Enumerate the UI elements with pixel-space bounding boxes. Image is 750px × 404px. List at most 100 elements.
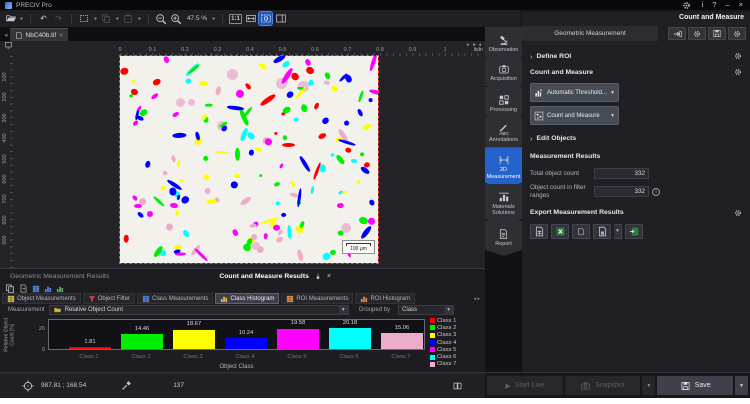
export-file-button[interactable] <box>572 224 590 239</box>
export-results-button[interactable] <box>668 27 686 40</box>
count-dropdown-chevron-icon[interactable]: ▼ <box>610 113 615 119</box>
automatic-threshold-button[interactable]: A Automatic Threshold... ▼ <box>530 83 619 102</box>
class-histogram-chart: Relative Object Count [%] 1.8114.4618.67… <box>0 316 485 372</box>
save-workflow-button[interactable] <box>708 27 726 40</box>
docsave-icon <box>597 226 608 237</box>
pin-icon[interactable] <box>314 272 322 281</box>
measurement-dropdown[interactable]: Relative Object Count ▼ <box>49 305 349 315</box>
export-excel-button[interactable] <box>551 224 569 239</box>
sidebar-item-2d-measurement[interactable]: 2D Measurement <box>485 147 522 189</box>
geometric-measurement-header[interactable]: Geometric Measurement <box>522 26 658 41</box>
nav-item-label: Materials Solutions <box>486 204 521 217</box>
grouped-by-dropdown[interactable]: Class ▼ <box>398 305 454 315</box>
histogram-settings-icon[interactable] <box>56 285 64 293</box>
subtab-scroll-icons[interactable]: ◂ ▸ <box>474 293 483 304</box>
legend-swatch <box>430 347 435 352</box>
zoom-level-dropdown-icon[interactable]: ▼ <box>211 16 216 21</box>
histogram-view-icon[interactable] <box>44 285 52 293</box>
subtab-label: Class Histogram <box>230 296 274 302</box>
open-file-dropdown-icon[interactable]: ▼ <box>19 16 24 21</box>
define-roi-gear-icon[interactable] <box>734 52 742 60</box>
filter-count-value: 332 <box>594 186 649 197</box>
count-measure-gear-icon[interactable] <box>734 68 742 76</box>
measure-options-button[interactable] <box>688 27 706 40</box>
segmented-object <box>123 235 129 243</box>
close-icon[interactable]: × <box>739 1 743 9</box>
sidebar-item-processing[interactable]: Processing <box>485 87 522 122</box>
paste-dropdown-icon[interactable]: ▼ <box>137 16 142 21</box>
nav-item-label: Acquisition <box>490 76 517 82</box>
subtab-roi-measurements[interactable]: ROI Measurements <box>281 293 353 304</box>
sidebar-item-observation[interactable]: Observation <box>485 27 522 62</box>
sidebar-item-annotations[interactable]: ABCAnnotations <box>485 117 522 152</box>
filter-info-icon[interactable]: i <box>652 188 660 196</box>
segmented-object <box>185 78 192 85</box>
legend-label: Class 1 <box>437 318 456 324</box>
subtab-class-histogram[interactable]: Class Histogram <box>215 293 279 304</box>
info-icon[interactable]: i <box>702 1 704 9</box>
export-save-button[interactable] <box>593 224 611 239</box>
micrograph-image[interactable]: 100 µm <box>120 56 378 263</box>
tab-scroll-left-icon[interactable]: ◂ <box>4 31 8 39</box>
tab-geometric-measurement-results[interactable]: Geometric Measurement Results <box>10 273 109 280</box>
snapshot-dropdown-icon[interactable]: ▼ <box>642 376 655 395</box>
subtab-class-measurements[interactable]: Class Measurements <box>137 293 213 304</box>
actual-size-button[interactable]: 1:1 <box>229 12 242 25</box>
copy-button[interactable] <box>100 12 113 25</box>
export-gear-icon[interactable] <box>734 209 742 217</box>
zoom-in-button[interactable] <box>170 12 183 25</box>
legend-label: Class 5 <box>437 347 456 353</box>
segmented-object <box>283 135 287 141</box>
fit-width-button[interactable] <box>244 12 257 25</box>
layout-panels-button[interactable] <box>274 12 287 25</box>
export-csv-button[interactable] <box>530 224 548 239</box>
measurement-dropdown-chevron-icon[interactable]: ▼ <box>339 306 348 314</box>
zoom-level-value[interactable]: 47.5 % <box>187 15 207 22</box>
fit-screen-button[interactable] <box>259 12 272 25</box>
sidebar-item-report[interactable]: Report <box>485 221 522 256</box>
column-options-icon[interactable] <box>32 285 40 293</box>
workflow-settings-button[interactable] <box>728 27 746 40</box>
tab-close-icon[interactable]: × <box>59 32 63 39</box>
export-open-excel-button[interactable] <box>625 224 643 239</box>
segmented-object <box>182 228 191 238</box>
grouped-by-dropdown-chevron-icon[interactable]: ▼ <box>444 306 453 314</box>
select-tool-dropdown-icon[interactable]: ▼ <box>93 16 98 21</box>
export-save-dropdown-icon[interactable]: ▼ <box>614 224 622 239</box>
paste-button[interactable] <box>122 12 135 25</box>
threshold-dropdown-chevron-icon[interactable]: ▼ <box>610 90 615 96</box>
zoom-out-button[interactable] <box>155 12 168 25</box>
select-tool-button[interactable] <box>78 12 91 25</box>
redo-button[interactable]: ↷ <box>52 12 65 25</box>
copy-dropdown-icon[interactable]: ▼ <box>115 16 120 21</box>
subtab-object-filter[interactable]: Object Filter <box>83 293 135 304</box>
help-book-icon[interactable] <box>452 381 463 391</box>
total-object-count-label: Total object count <box>530 170 594 178</box>
nav-item-label: Report <box>495 241 512 247</box>
edit-objects-section[interactable]: › Edit Objects <box>530 131 742 145</box>
legend-item: Class 2 <box>430 324 484 331</box>
export-label: Export Measurement Results <box>530 209 624 216</box>
image-tab[interactable]: NbC40b.tif × <box>10 28 69 41</box>
snapshot-button[interactable]: Snapshot <box>565 376 641 395</box>
navigation-rail: Observation Acquisition ProcessingABCAnnot… <box>485 27 522 372</box>
open-file-button[interactable] <box>4 12 17 25</box>
subtab-object-measurements[interactable]: Object Measurements <box>2 293 81 304</box>
settings-gear-icon[interactable] <box>680 0 693 12</box>
results-close-icon[interactable]: × <box>327 273 331 280</box>
undo-button[interactable]: ↶ <box>37 12 50 25</box>
define-roi-section[interactable]: › Define ROI <box>530 49 742 63</box>
save-dropdown-icon[interactable]: ▼ <box>735 376 748 395</box>
sidebar-item-materials-solutions[interactable]: Materials Solutions <box>485 184 522 226</box>
help-icon[interactable]: ? <box>712 1 716 9</box>
save-button[interactable]: Save <box>657 376 733 395</box>
legend-label: Class 2 <box>437 325 456 331</box>
count-and-measure-button[interactable]: Count and Measure ▼ <box>530 106 619 125</box>
minimize-icon[interactable]: – <box>725 1 729 9</box>
start-live-button[interactable]: ▶ Start Live <box>487 376 563 395</box>
export-table-icon[interactable] <box>19 284 28 293</box>
tab-count-and-measure-results[interactable]: Count and Measure Results <box>219 273 309 280</box>
subtab-roi-histogram[interactable]: ROI Histogram <box>355 293 415 304</box>
legend-swatch <box>430 318 435 323</box>
sidebar-item-acquisition[interactable]: Acquisition <box>485 57 522 91</box>
